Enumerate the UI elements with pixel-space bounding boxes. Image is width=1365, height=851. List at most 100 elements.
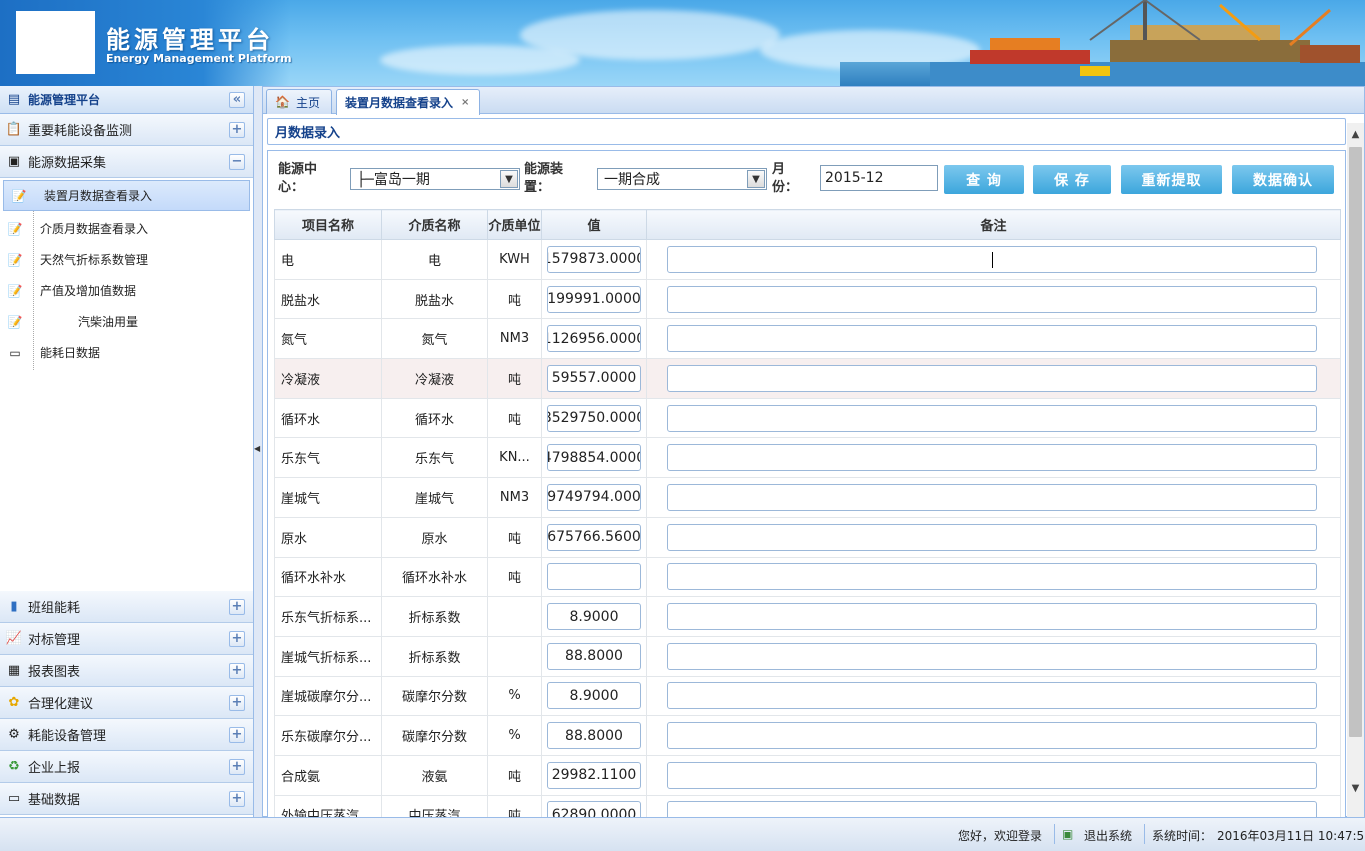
col-header-value[interactable]: 值 xyxy=(541,209,647,240)
value-input[interactable]: 1579873.0000 xyxy=(547,245,641,273)
sidebar-item-output-value[interactable]: 📝 产值及增加值数据 xyxy=(0,275,253,306)
query-button[interactable]: 查 询 xyxy=(944,165,1024,194)
cell-note xyxy=(646,675,1341,717)
note-input[interactable] xyxy=(667,682,1317,710)
sidebar-section-enterprise-report[interactable]: ♻ 企业上报 + xyxy=(0,751,253,783)
value-input[interactable]: 88.8000 xyxy=(547,722,641,750)
tab-home[interactable]: 🏠 主页 xyxy=(266,89,332,114)
close-tab-icon[interactable]: × xyxy=(461,97,469,108)
logout-icon[interactable]: ▣ xyxy=(1062,827,1073,841)
col-header-unit[interactable]: 介质单位 xyxy=(487,209,542,240)
table-row[interactable]: 崖城碳摩尔分... 碳摩尔分数% 8.9000 xyxy=(274,675,1341,717)
sidebar-item-label: 天然气折标系数管理 xyxy=(40,253,149,267)
splitter-arrow-icon[interactable]: ◀ xyxy=(254,444,260,453)
value-input[interactable]: 8529750.0000 xyxy=(547,404,641,432)
energy-device-select[interactable]: 一期合成 ▼ xyxy=(597,168,767,190)
col-header-item[interactable]: 项目名称 xyxy=(274,209,382,240)
value-input[interactable]: 8.9000 xyxy=(547,603,641,631)
value-input[interactable] xyxy=(547,563,641,591)
cell-unit xyxy=(487,635,542,677)
scroll-thumb[interactable] xyxy=(1349,147,1362,737)
table-row[interactable]: 崖城气折标系... 折标系数 88.8000 xyxy=(274,635,1341,677)
sidebar-item-daily-energy[interactable]: ▭ 能耗日数据 xyxy=(0,337,253,368)
collapse-icon[interactable]: − xyxy=(229,153,245,170)
value-input[interactable]: 88.8000 xyxy=(547,642,641,670)
note-input[interactable] xyxy=(667,444,1317,472)
table-row[interactable]: 氮气 氮气 NM3 1126956.0000 xyxy=(274,318,1341,360)
month-input[interactable]: 2015-12 xyxy=(820,165,938,191)
report-upload-icon: ♻ xyxy=(8,759,20,774)
value-input[interactable]: 59557.0000 xyxy=(547,364,641,392)
table-row[interactable]: 循环水 循环水吨 8529750.0000 xyxy=(274,397,1341,439)
expand-icon[interactable]: + xyxy=(229,598,245,615)
sidebar-section-base-data[interactable]: ▭ 基础数据 + xyxy=(0,783,253,815)
table-row[interactable]: 乐东碳摩尔分... 碳摩尔分数% 88.8000 xyxy=(274,715,1341,756)
expand-icon[interactable]: + xyxy=(229,726,245,743)
chevron-down-icon[interactable]: ▼ xyxy=(747,170,765,188)
note-input[interactable] xyxy=(667,483,1317,511)
value-input[interactable]: 29749794.0000 xyxy=(547,483,641,511)
table-row[interactable]: 循环水补水 循环水补水吨 xyxy=(274,556,1341,598)
chevron-down-icon[interactable]: ▼ xyxy=(500,170,518,188)
tab-device-monthly[interactable]: 装置月数据查看录入 × xyxy=(336,89,480,115)
col-header-note[interactable]: 备注 xyxy=(646,209,1341,240)
note-input[interactable] xyxy=(667,642,1317,670)
sidebar-item-medium-monthly[interactable]: 📝 介质月数据查看录入 xyxy=(0,213,253,244)
confirm-data-button[interactable]: 数据确认 xyxy=(1232,165,1334,194)
note-input[interactable] xyxy=(667,364,1317,392)
table-row[interactable]: 乐东气折标系... 折标系数 8.9000 xyxy=(274,596,1341,637)
sidebar-item-device-monthly[interactable]: 📝 装置月数据查看录入 xyxy=(3,180,250,211)
value-input[interactable]: 8.9000 xyxy=(547,682,641,710)
value-input[interactable]: 199991.0000 xyxy=(547,285,641,313)
note-input[interactable] xyxy=(667,404,1317,432)
logout-link[interactable]: 退出系统 xyxy=(1084,827,1132,844)
collapse-sidebar-icon[interactable]: « xyxy=(229,91,245,108)
value-input[interactable]: 29982.1100 xyxy=(547,761,641,789)
note-input[interactable] xyxy=(667,761,1317,789)
energy-device-value: 一期合成 xyxy=(604,172,660,188)
note-input[interactable] xyxy=(667,722,1317,750)
save-button[interactable]: 保 存 xyxy=(1033,165,1111,194)
energy-center-select[interactable]: ├─富岛一期 ▼ xyxy=(350,168,520,190)
expand-icon[interactable]: + xyxy=(229,790,245,807)
value-input[interactable]: 675766.5600 xyxy=(547,523,641,551)
expand-icon[interactable]: + xyxy=(229,121,245,138)
value-input[interactable]: 1126956.0000 xyxy=(547,325,641,353)
table-row[interactable]: 原水 原水吨 675766.5600 xyxy=(274,516,1341,558)
sidebar-section-data-collect[interactable]: ▣ 能源数据采集 − xyxy=(0,146,253,178)
note-input[interactable] xyxy=(667,245,1317,273)
table-row[interactable]: 崖城气崖城气NM329749794.0000 xyxy=(274,477,1341,518)
refetch-button[interactable]: 重新提取 xyxy=(1121,165,1222,194)
sidebar-section-equipment[interactable]: ⚙ 耗能设备管理 + xyxy=(0,719,253,751)
sidebar-section-suggestions[interactable]: ✿ 合理化建议 + xyxy=(0,687,253,719)
sidebar-section-monitor[interactable]: 📋 重要耗能设备监测 + xyxy=(0,114,253,146)
note-input[interactable] xyxy=(667,603,1317,631)
expand-icon[interactable]: + xyxy=(229,694,245,711)
value-input[interactable]: 62890.0000 xyxy=(547,801,641,817)
table-row[interactable]: 冷凝液 冷凝液吨 59557.0000 xyxy=(274,358,1341,399)
note-input[interactable] xyxy=(667,523,1317,551)
sidebar-splitter[interactable]: ◀ xyxy=(254,86,260,817)
sidebar-section-reports[interactable]: ▦ 报表图表 + xyxy=(0,655,253,687)
note-input[interactable] xyxy=(667,563,1317,591)
vertical-scrollbar[interactable]: ▲ ▼ xyxy=(1347,123,1364,817)
sidebar-section-team-energy[interactable]: ▮ 班组能耗 + xyxy=(0,591,253,623)
table-row[interactable]: 外输中压蒸汽 中压蒸汽吨 62890.0000 xyxy=(274,794,1341,817)
scroll-up-icon[interactable]: ▲ xyxy=(1347,129,1364,145)
table-row[interactable]: 电电 KWH 1579873.0000 xyxy=(274,239,1341,280)
scroll-down-icon[interactable]: ▼ xyxy=(1347,783,1364,799)
sidebar-item-fuel-usage[interactable]: 📝 汽柴油用量 xyxy=(0,306,253,337)
sidebar-item-gas-coefficient[interactable]: 📝 天然气折标系数管理 xyxy=(0,244,253,275)
expand-icon[interactable]: + xyxy=(229,758,245,775)
table-row[interactable]: 合成氨 液氨吨 29982.1100 xyxy=(274,754,1341,796)
expand-icon[interactable]: + xyxy=(229,630,245,647)
note-input[interactable] xyxy=(667,801,1317,817)
sidebar-section-benchmark[interactable]: 📈 对标管理 + xyxy=(0,623,253,655)
table-row[interactable]: 乐东气 乐东气 KN... 4798854.0000 xyxy=(274,437,1341,479)
col-header-medium[interactable]: 介质名称 xyxy=(381,209,488,240)
note-input[interactable] xyxy=(667,285,1317,313)
value-input[interactable]: 4798854.0000 xyxy=(547,444,641,472)
expand-icon[interactable]: + xyxy=(229,662,245,679)
table-row[interactable]: 脱盐水 脱盐水吨 199991.0000 xyxy=(274,278,1341,320)
note-input[interactable] xyxy=(667,325,1317,353)
